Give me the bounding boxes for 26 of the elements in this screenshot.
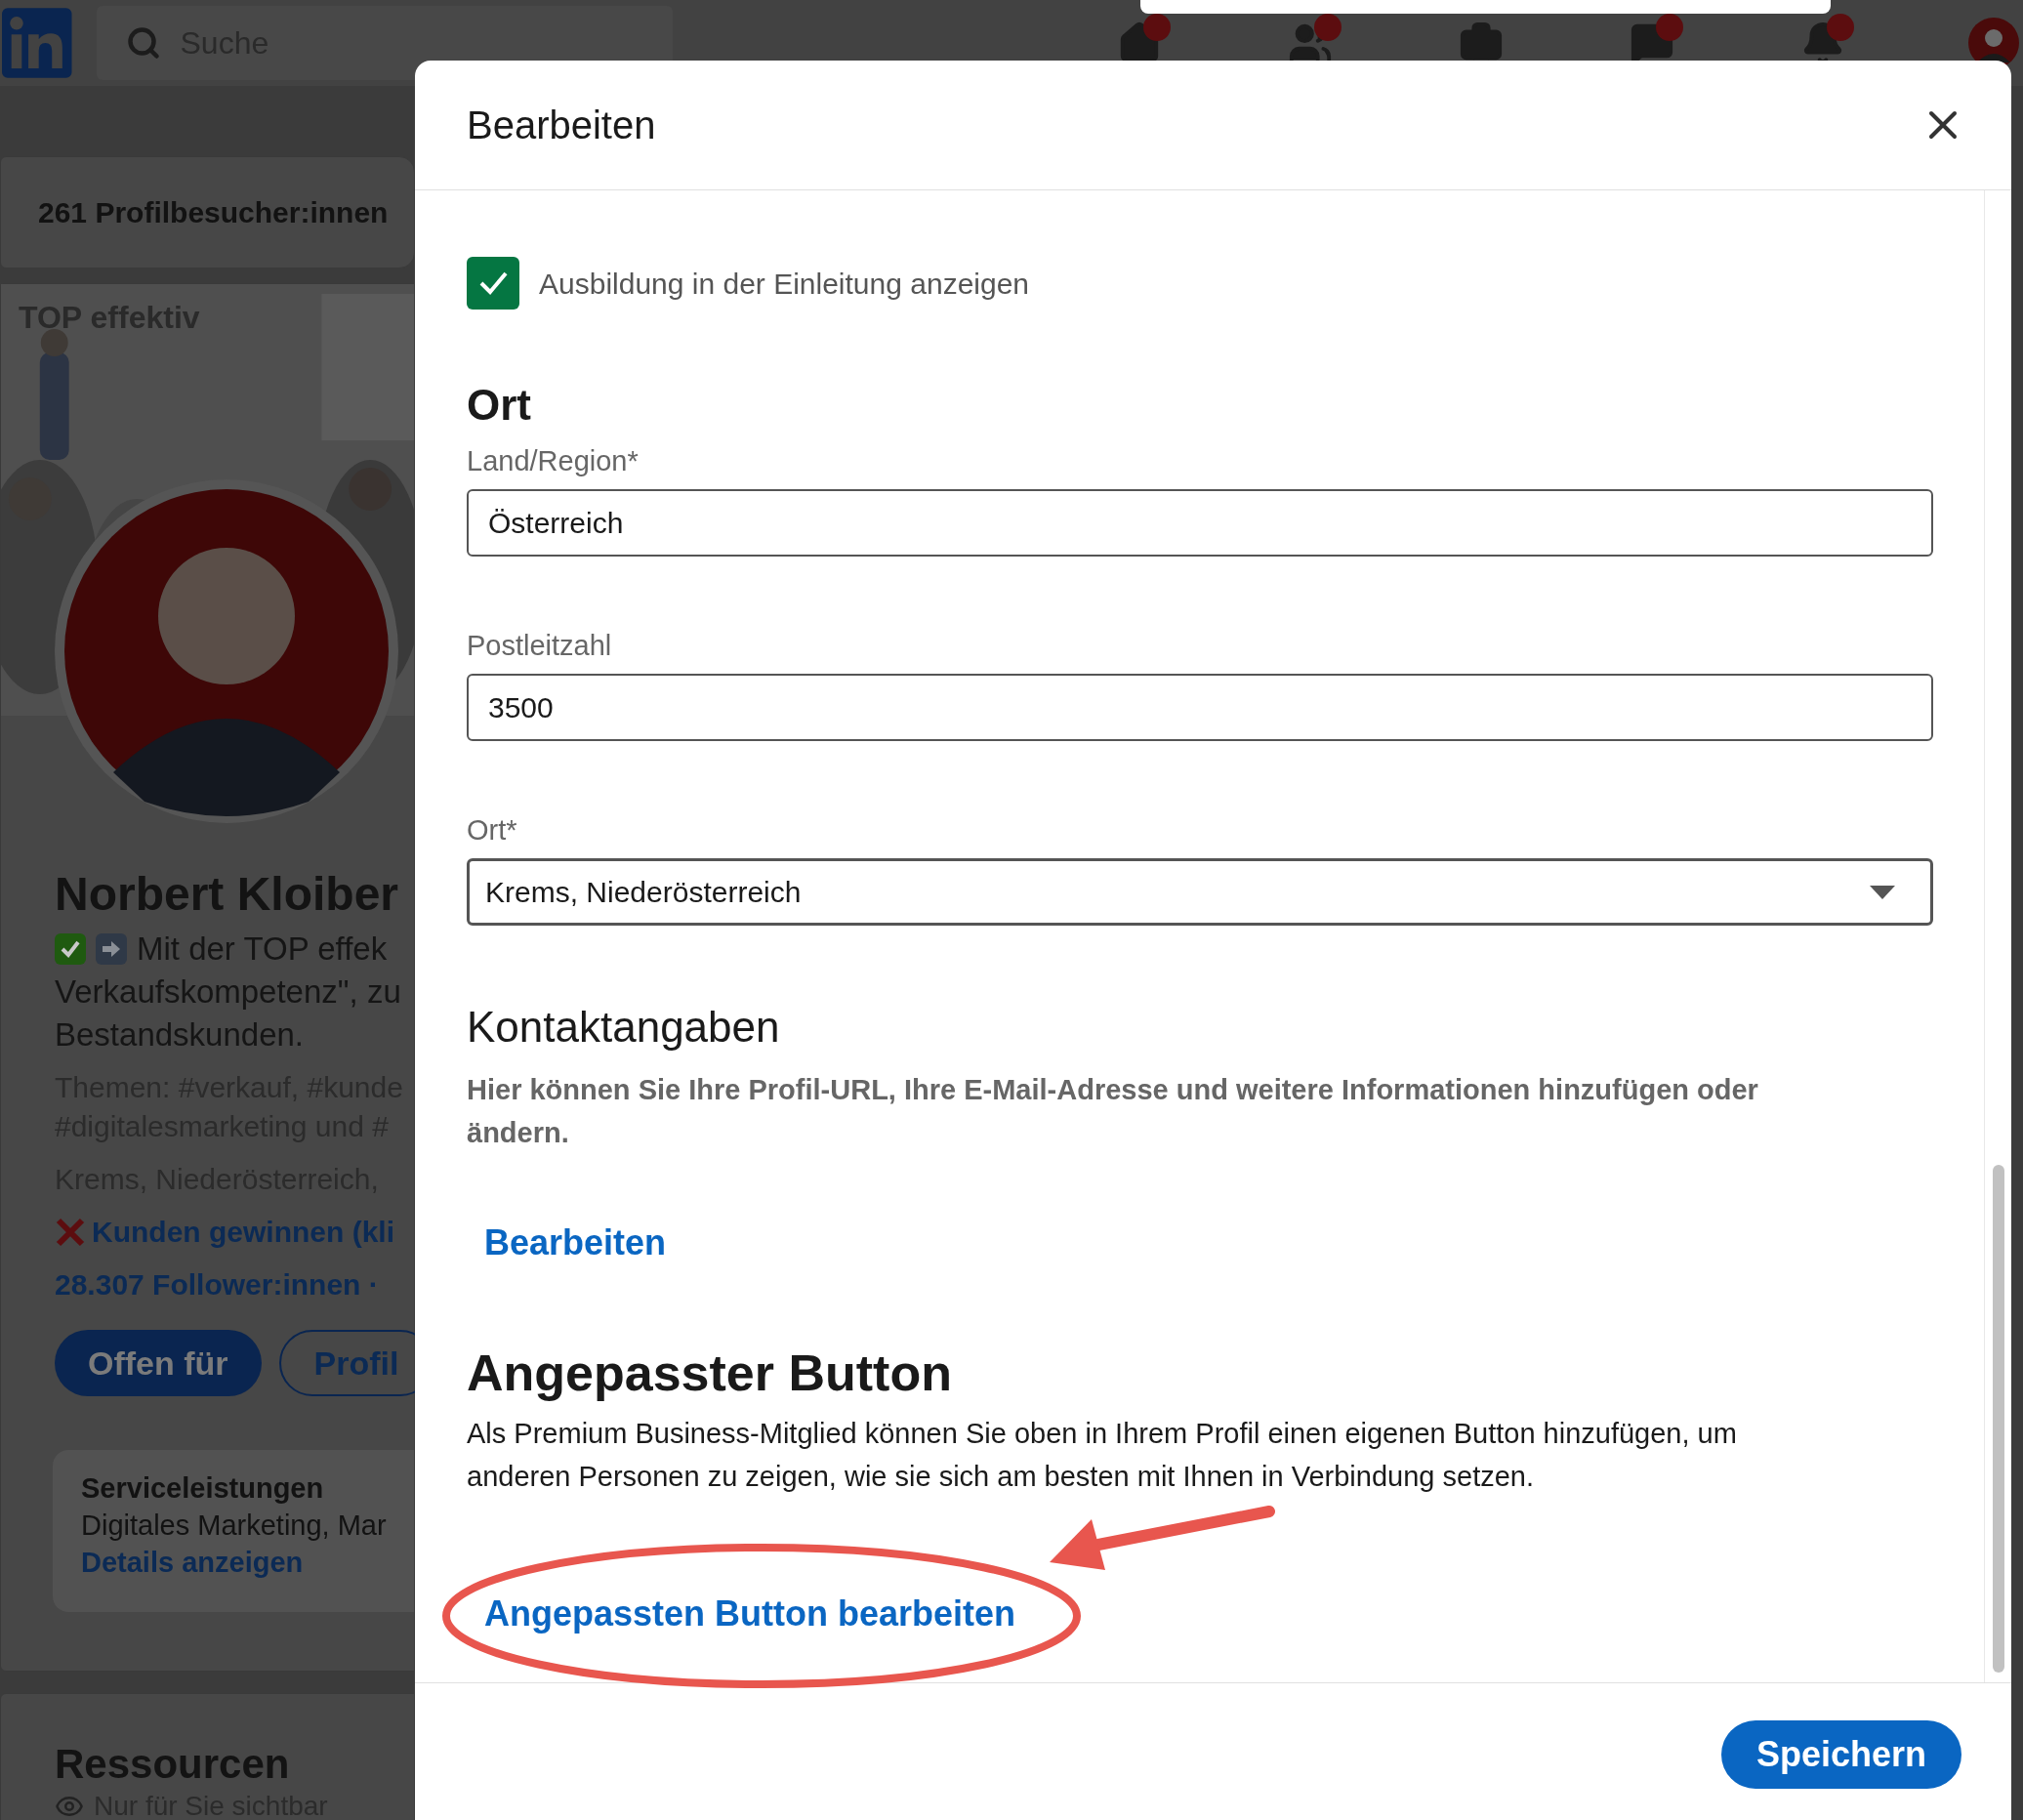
section-heading: Angepasster Button [467,1344,953,1402]
contact-description: Hier können Sie Ihre Profil-URL, Ihre E-Mail-Adresse und weitere Informationen hinzufügen oder ändern. [467,1073,1759,1150]
checkmark-icon [55,933,86,965]
services-title: Serviceleistungen [81,1471,325,1506]
open-to-button[interactable]: Offen für [55,1330,262,1396]
field-label: Land/Region* [467,444,640,478]
field-label: Postleitzahl [467,629,613,663]
field-label: Ort* [467,813,518,848]
checkbox[interactable] [467,257,519,310]
dialog-title: Bearbeiten [467,103,656,148]
checkbox-label: Ausbildung in der Einleitung anzeigen [539,266,1030,302]
details-link[interactable]: Details anzeigen [81,1544,414,1581]
text-field[interactable]: Österreich [467,489,1933,557]
cross-icon [55,1217,86,1248]
edit-contact-link[interactable]: Bearbeiten [484,1217,667,1269]
section-heading: Ort [467,380,532,431]
section-heading: Kontaktangaben [467,1002,781,1053]
custom-button-description: Als Premium Business-Mitglied können Sie oben in Ihrem Profil einen eigenen Button hinzufügen, um anderen Personen zu zeigen, wie sie sich am besten mit Ihnen in Verbindung setzen. [467,1417,1738,1494]
city-select[interactable]: Krems, Niederösterreich [467,858,1933,926]
text-field[interactable]: 3500 [467,674,1933,741]
save-button[interactable]: Speichern [1720,1720,1961,1789]
scrollbar[interactable] [1992,1165,2004,1673]
search-icon [125,25,161,61]
dropdown-caret-icon [1870,885,1895,899]
edit-custom-button-link[interactable]: Angepassten Button bearbeiten [484,1588,1016,1640]
services-text: Digitales Marketing, Mar [81,1509,388,1543]
